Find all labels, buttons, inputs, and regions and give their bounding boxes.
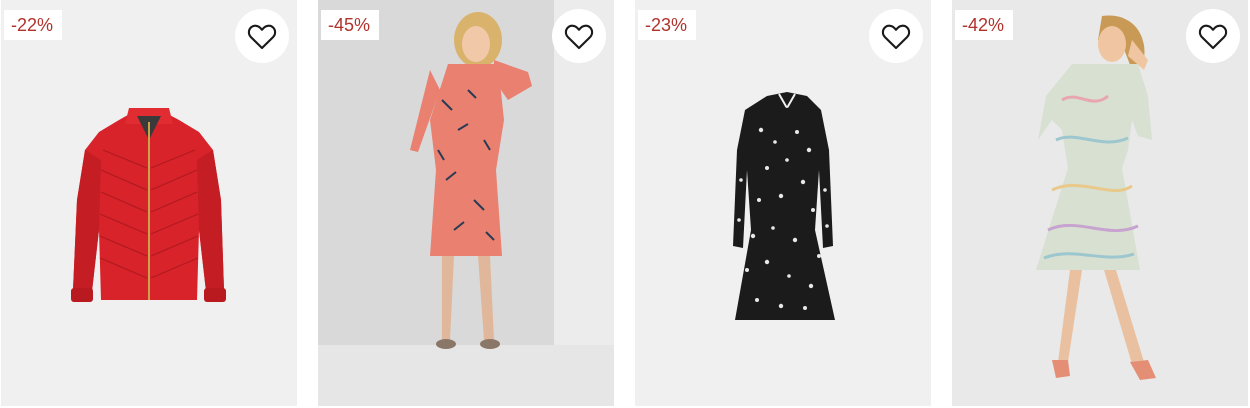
heart-outline-icon — [247, 24, 277, 50]
product-grid: -22% -45% -23% -42% — [0, 0, 1250, 408]
product-card[interactable]: -42% — [952, 0, 1248, 406]
favorite-button[interactable] — [552, 9, 606, 63]
favorite-button[interactable] — [235, 9, 289, 63]
favorite-button[interactable] — [1186, 9, 1240, 63]
heart-outline-icon — [564, 24, 594, 50]
discount-badge: -42% — [955, 10, 1014, 40]
discount-badge: -22% — [4, 10, 63, 40]
product-card[interactable]: -23% — [635, 0, 931, 406]
heart-outline-icon — [881, 24, 911, 50]
heart-outline-icon — [1198, 24, 1228, 50]
favorite-button[interactable] — [869, 9, 923, 63]
discount-badge: -45% — [321, 10, 380, 40]
discount-badge: -23% — [638, 10, 697, 40]
product-card[interactable]: -22% — [1, 0, 297, 406]
product-card[interactable]: -45% — [318, 0, 614, 406]
